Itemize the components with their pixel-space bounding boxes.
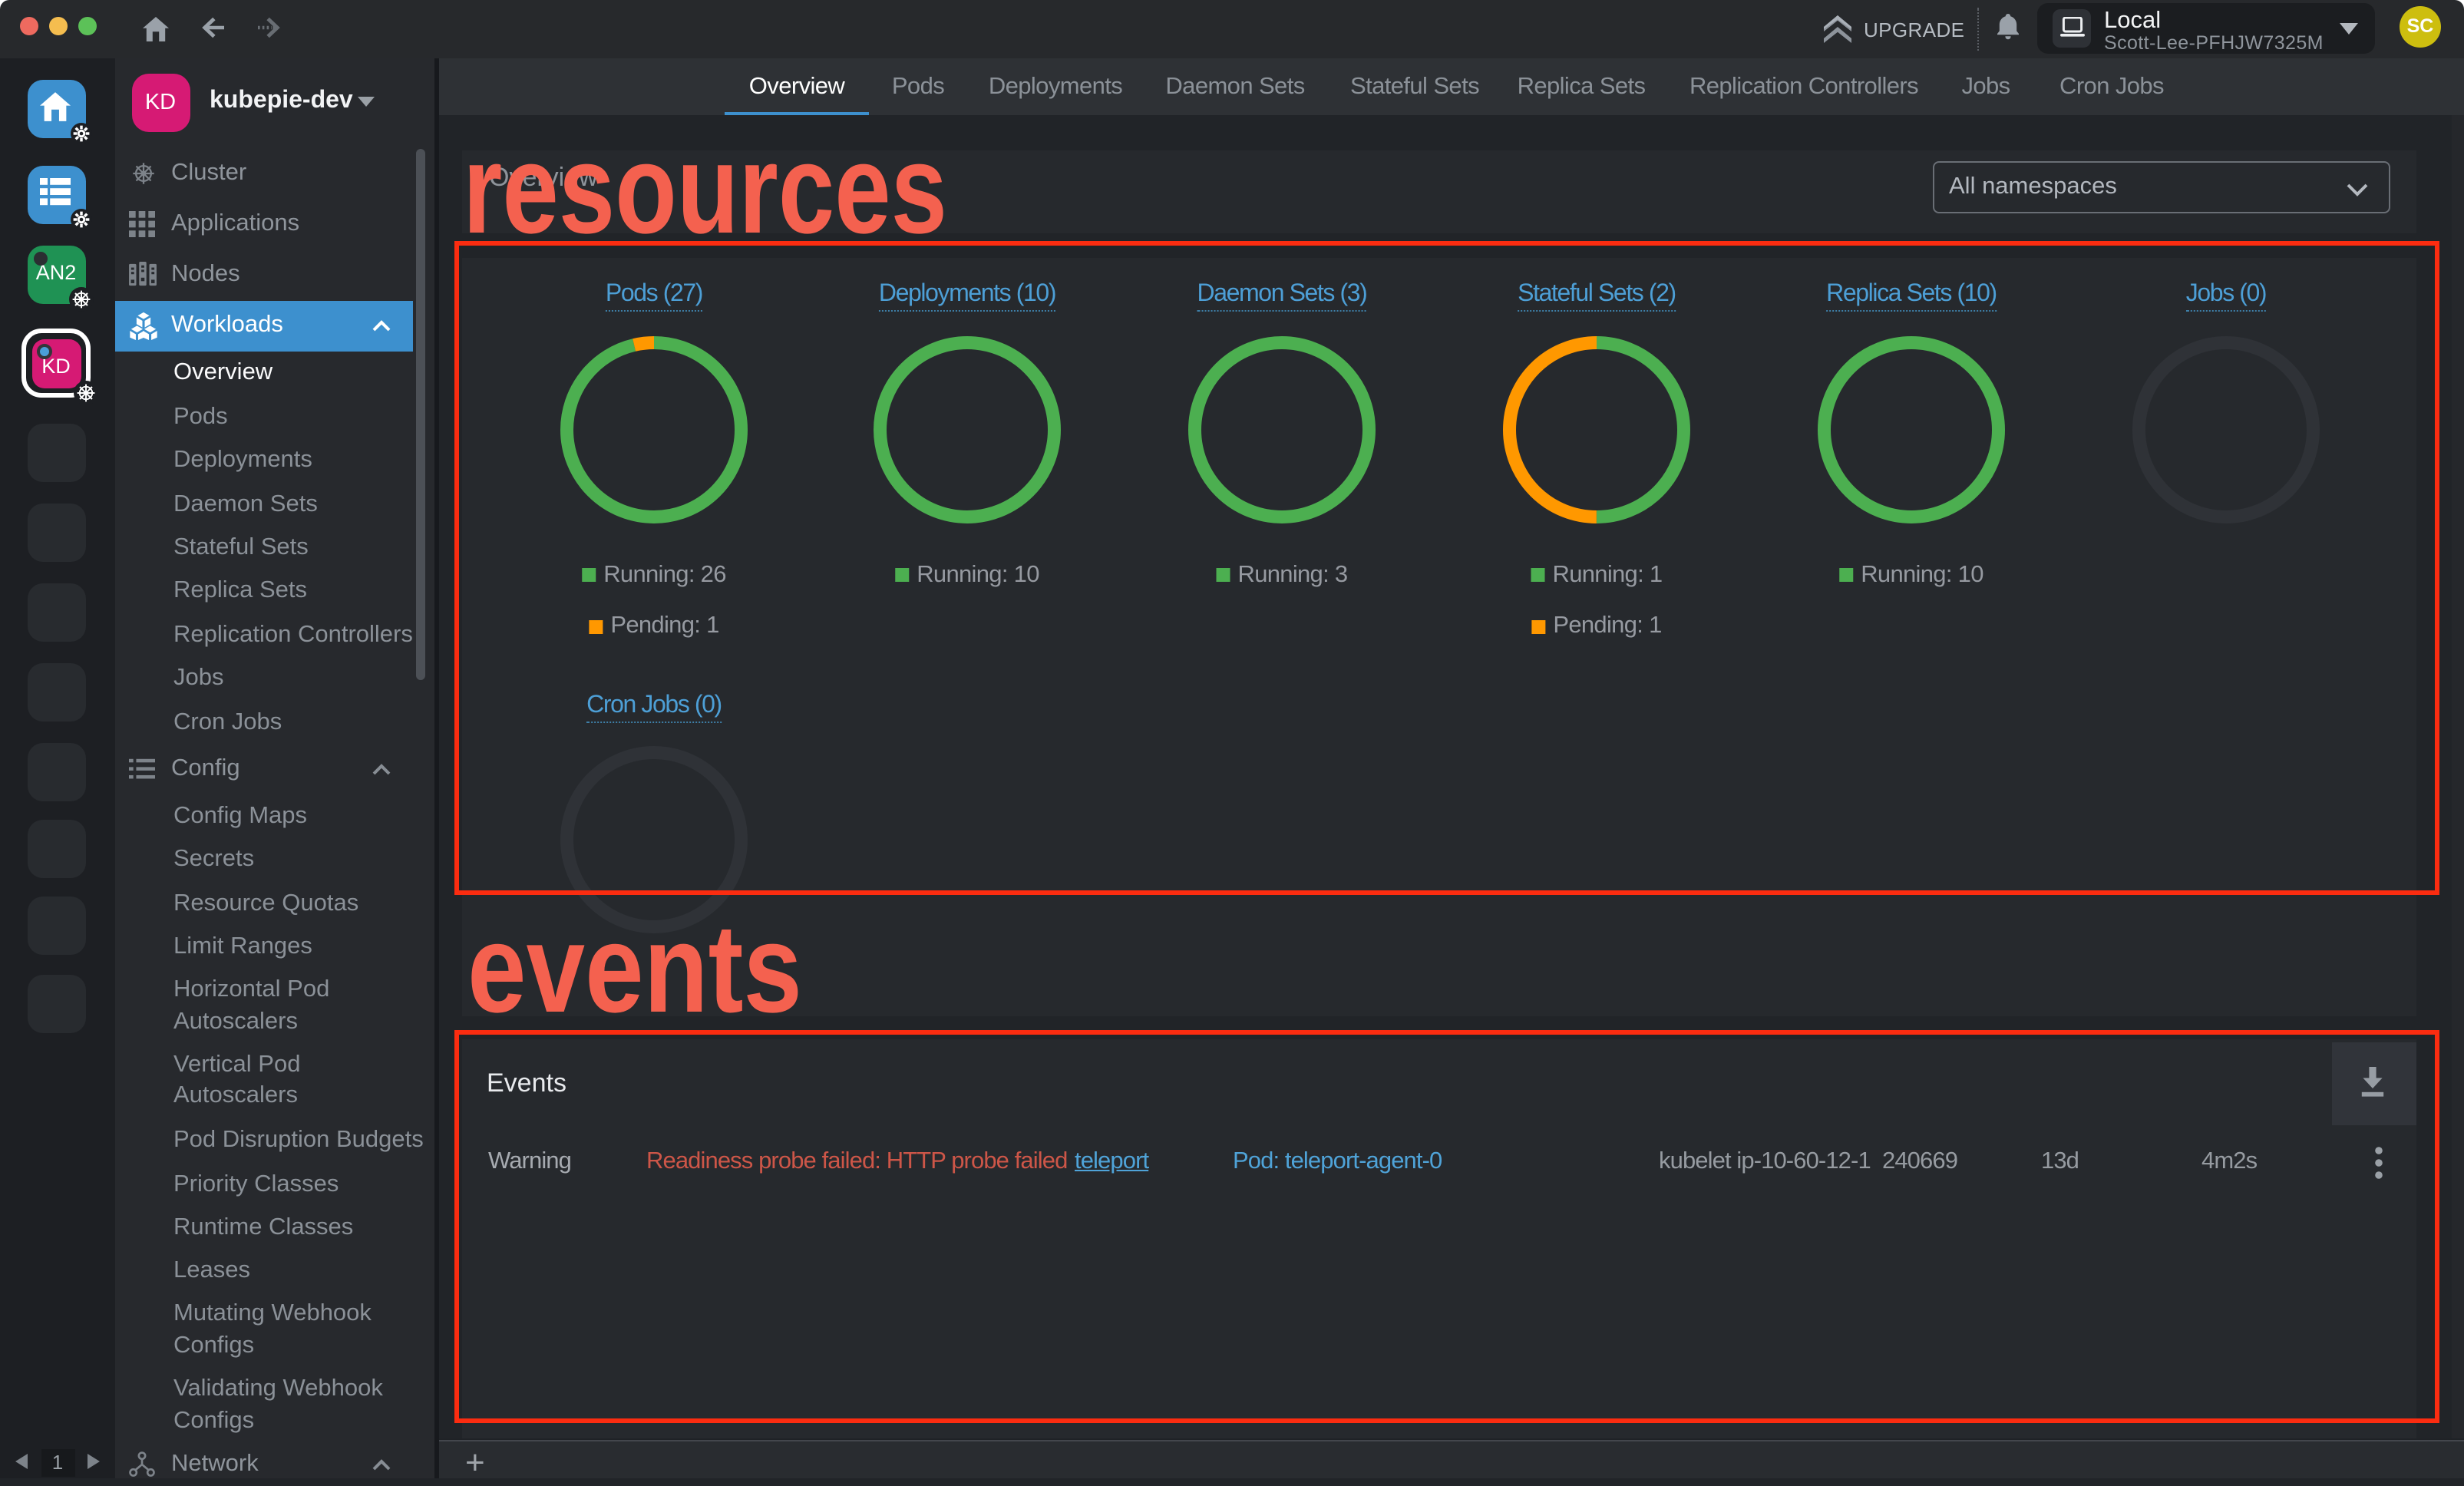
svg-text:resources: resources [463,118,947,260]
svg-text:events: events [467,898,802,1039]
